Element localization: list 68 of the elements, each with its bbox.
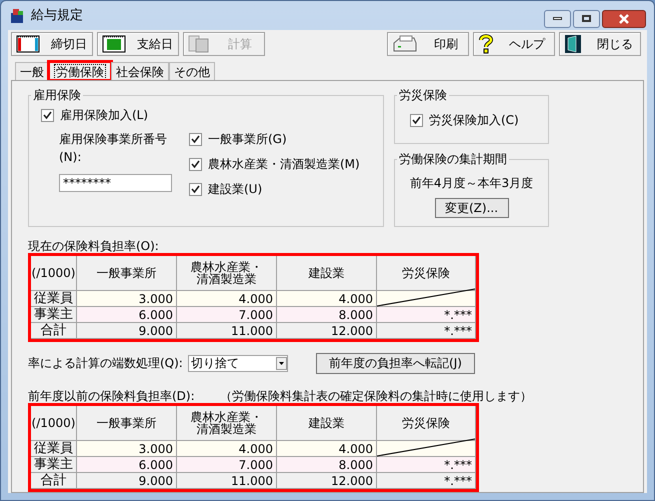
door-icon [564,34,584,54]
table-cell: 7.000 [177,457,277,473]
checkbox[interactable]: 農林水産業・清酒製造業(M) [189,155,360,173]
table-cell: 9.000 [77,473,177,489]
field-label: 雇用保険事業所番号(N): [59,131,168,166]
table-cell: 12.000 [277,473,377,489]
table-cell: 6.000 [77,457,177,473]
calendar-icon [102,35,126,53]
checkbox[interactable]: 雇用保険加入(L) [41,106,383,124]
table-cell: 4.000 [177,441,277,457]
table-cell: 12.000 [277,323,377,339]
check-icon [191,184,200,194]
close-icon [618,14,630,24]
table-cell: 4.000 [277,441,377,457]
transfer-button[interactable]: 前年度の負担率へ転記(J) [316,352,475,374]
table-cell: 8.000 [277,307,377,323]
table-cell: *.*** [377,473,476,489]
toolbar-button[interactable]: ヘルプ [473,32,555,56]
unit-header: (/1000) [31,406,77,441]
table-note: （労働保険料集計表の確定保険料の集計時に使用します） [220,389,532,403]
calendar-icon [16,35,40,53]
table-cell: 9.000 [77,323,177,339]
window-title: 給与規定 [31,6,83,25]
check-icon [43,110,52,120]
close-button[interactable] [602,10,646,28]
question-mark-icon [478,34,494,54]
document-icon [188,35,210,53]
app-icon [9,8,25,24]
table-cell: 6.000 [77,307,177,323]
checkbox[interactable]: 労災保険加入(C) [410,111,548,129]
change-button[interactable]: 変更(Z)... [434,198,508,218]
table-label: 前年度以前の保険料負担率(D): [28,389,196,403]
printer-icon [392,35,418,53]
toolbar-button[interactable]: 閉じる [559,32,641,56]
table-label: 現在の保険料負担率(O): [28,239,160,253]
check-icon [412,116,421,124]
table-cell: 4.000 [177,291,277,307]
tab[interactable]: 一般 [15,62,49,80]
toolbar-button[interactable]: 印刷 [387,32,469,56]
toolbar-button[interactable]: 支給日 [97,32,179,56]
rounding-dropdown[interactable]: 切り捨て [188,354,288,372]
table-cell: 3.000 [77,291,177,307]
group-title: 雇用保険 [31,87,83,103]
check-icon [191,134,200,144]
table-cell: 8.000 [277,457,377,473]
table-cell: 11.000 [177,473,277,489]
period-text: 前年4月度～本年3月度 [410,175,534,192]
check-icon [191,160,200,168]
maximize-button[interactable] [573,10,600,28]
minimize-button[interactable] [544,10,571,28]
tab[interactable]: 労働保険 [49,62,111,80]
unit-header: (/1000) [31,256,77,291]
table-cell: 4.000 [277,291,377,307]
tab[interactable]: その他 [169,62,215,80]
tab[interactable]: 社会保険 [111,62,169,80]
checkbox[interactable]: 建設業(U) [189,180,360,198]
table-cell: 7.000 [177,307,277,323]
table-cell: *.*** [377,323,476,339]
group-title: 労災保険 [397,87,449,103]
table-cell: 3.000 [77,441,177,457]
table-cell: *.*** [377,307,476,323]
table-cell: 11.000 [177,323,277,339]
toolbar-button[interactable]: 締切日 [11,32,93,56]
input-field[interactable]: ******** [59,174,172,192]
table-cell: *.*** [377,457,476,473]
group-title: 労働保険の集計期間 [397,151,509,167]
checkbox[interactable]: 一般事業所(G) [189,130,360,148]
rounding-label: 率による計算の端数処理(Q): [28,355,184,372]
